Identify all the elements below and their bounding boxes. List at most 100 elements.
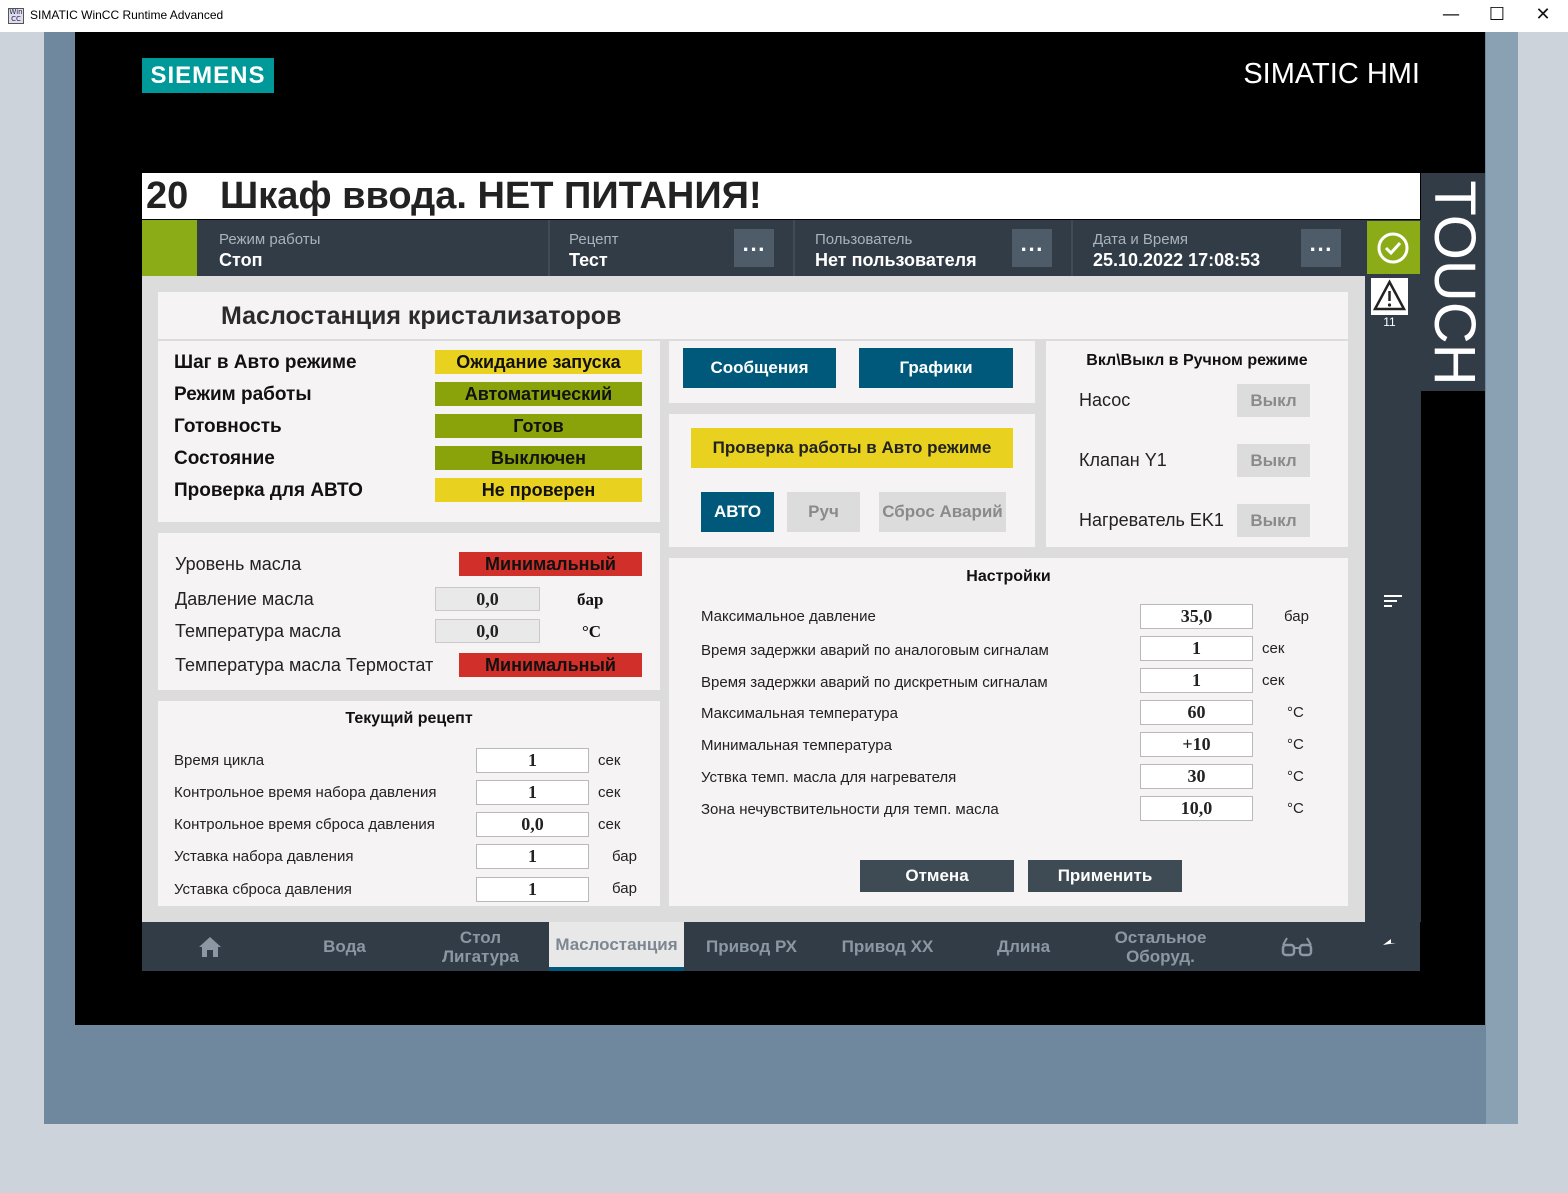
recipe-label: Рецепт <box>569 231 619 248</box>
oil-pressure-unit: бар <box>577 590 604 609</box>
status-value-mode: Автоматический <box>435 382 642 406</box>
manual-panel-title: Вкл\Выкл в Ручном режиме <box>1086 352 1308 369</box>
reset-alarms-button[interactable]: Сброс Аварий <box>879 492 1006 532</box>
recipe-row-unit: сек <box>598 752 621 769</box>
heater-toggle-button[interactable]: Выкл <box>1237 504 1310 537</box>
settings-row-unit: °C <box>1287 736 1304 753</box>
nav-other-equipment[interactable]: Остальное Оборуд. <box>1092 922 1229 971</box>
warning-icon[interactable]: 11 <box>1371 278 1408 330</box>
recipe-row-unit: бар <box>612 880 637 897</box>
recipe-row-field[interactable]: 1 <box>476 780 589 805</box>
touch-label: TOUCH <box>1421 173 1487 391</box>
user-value: Нет пользователя <box>815 250 977 270</box>
settings-row-unit: бар <box>1284 608 1309 625</box>
oil-temp-value: 0,0 <box>435 619 540 643</box>
pump-toggle-button[interactable]: Выкл <box>1237 384 1310 417</box>
nav-table-ligature[interactable]: Стол Лигатура <box>413 922 548 971</box>
settings-row-label: Время задержки аварий по аналоговым сигн… <box>701 642 1049 659</box>
user-more-button[interactable]: ... <box>1012 229 1052 267</box>
page-title: Маслостанция кристализаторов <box>221 302 622 330</box>
settings-row-field[interactable]: 60 <box>1140 700 1253 725</box>
recipe-more-button[interactable]: ... <box>734 229 774 267</box>
oil-pressure-value: 0,0 <box>435 587 540 611</box>
mode-indicator <box>142 220 197 276</box>
alarm-text: Шкаф ввода. НЕТ ПИТАНИЯ! <box>220 175 762 217</box>
settings-row-field[interactable]: 1 <box>1140 668 1253 693</box>
status-label-state: Состояние <box>174 448 275 469</box>
window-title: SIMATIC WinCC Runtime Advanced <box>30 8 224 22</box>
maximize-button[interactable]: ☐ <box>1474 0 1520 32</box>
recipe-row-field[interactable]: 1 <box>476 844 589 869</box>
close-button[interactable]: ✕ <box>1520 0 1566 32</box>
device-bezel-edge <box>1486 32 1518 1124</box>
settings-row-label: Время задержки аварий по дискретным сигн… <box>701 674 1048 691</box>
ok-icon[interactable] <box>1367 221 1420 274</box>
settings-row-field[interactable]: 30 <box>1140 764 1253 789</box>
nav-length[interactable]: Длина <box>956 922 1091 971</box>
recipe-row-field[interactable]: 1 <box>476 877 589 902</box>
manual-mode-button[interactable]: Руч <box>787 492 860 532</box>
check-auto-button[interactable]: Проверка работы в Авто режиме <box>691 428 1013 468</box>
recipe-row-label: Время цикла <box>174 752 265 769</box>
recipe-panel-title: Текущий рецепт <box>345 710 473 727</box>
filter-icon[interactable] <box>1383 593 1405 609</box>
status-value-state: Выключен <box>435 446 642 470</box>
status-value-ready: Готов <box>435 414 642 438</box>
window-titlebar: Win CC SIMATIC WinCC Runtime Advanced — ☐… <box>0 0 1568 32</box>
settings-row-label: Зона нечувствительности для темп. масла <box>701 801 999 818</box>
nav-drive-rx[interactable]: Привод РХ <box>684 922 819 971</box>
apply-button[interactable]: Применить <box>1028 860 1182 892</box>
messages-button[interactable]: Сообщения <box>683 348 836 388</box>
home-icon[interactable] <box>142 922 277 971</box>
oil-level-value: Минимальный <box>459 552 642 576</box>
recipe-row-label: Уставка сброса давления <box>174 881 352 898</box>
settings-row-label: Минимальная температура <box>701 737 892 754</box>
back-arrow-icon[interactable] <box>1365 922 1420 971</box>
thermostat-value: Минимальный <box>459 653 642 677</box>
mode-value: Стоп <box>219 250 263 270</box>
nav-drive-xx[interactable]: Привод ХХ <box>820 922 955 971</box>
settings-row-field[interactable]: 10,0 <box>1140 796 1253 821</box>
oil-pressure-label: Давление масла <box>175 589 314 609</box>
user-label: Пользователь <box>815 231 913 248</box>
alarm-count: 11 <box>1371 315 1408 330</box>
oil-level-label: Уровень масла <box>175 554 302 574</box>
oil-temp-unit: °C <box>582 622 602 641</box>
settings-row-field[interactable]: 35,0 <box>1140 604 1253 629</box>
status-label-mode: Режим работы <box>174 384 312 405</box>
settings-panel-title: Настройки <box>966 568 1051 585</box>
settings-row-label: Максимальная температура <box>701 705 898 722</box>
settings-row-unit: °C <box>1287 704 1304 721</box>
recipe-row-unit: сек <box>598 784 621 801</box>
recipe-row-field[interactable]: 1 <box>476 748 589 773</box>
settings-row-unit: сек <box>1262 640 1285 657</box>
header-divider <box>793 220 795 276</box>
mode-label: Режим работы <box>219 231 321 248</box>
auto-mode-button[interactable]: АВТО <box>701 492 774 532</box>
alarm-line[interactable]: 20 Шкаф ввода. НЕТ ПИТАНИЯ! <box>142 173 1420 219</box>
recipe-row-unit: бар <box>612 848 637 865</box>
manual-row-label: Клапан Y1 <box>1079 450 1167 470</box>
recipe-row-field[interactable]: 0,0 <box>476 812 589 837</box>
header-divider <box>548 220 550 276</box>
siemens-logo: SIEMENS <box>142 58 274 93</box>
settings-row-field[interactable]: 1 <box>1140 636 1253 661</box>
recipe-row-label: Уставка набора давления <box>174 848 354 865</box>
datetime-label: Дата и Время <box>1093 231 1189 248</box>
manual-row-label: Нагреватель EK1 <box>1079 510 1224 530</box>
minimize-button[interactable]: — <box>1428 0 1474 32</box>
glasses-icon[interactable] <box>1229 922 1364 971</box>
nav-oil-station[interactable]: Маслостанция <box>549 922 684 971</box>
datetime-more-button[interactable]: ... <box>1301 229 1341 267</box>
status-label-step: Шаг в Авто режиме <box>174 352 357 373</box>
nav-water[interactable]: Вода <box>277 922 412 971</box>
status-label-check: Проверка для АВТО <box>174 480 363 501</box>
cancel-button[interactable]: Отмена <box>860 860 1014 892</box>
status-label-ready: Готовность <box>174 416 282 437</box>
graphs-button[interactable]: Графики <box>859 348 1013 388</box>
settings-row-field[interactable]: +10 <box>1140 732 1253 757</box>
valve-toggle-button[interactable]: Выкл <box>1237 444 1310 477</box>
recipe-row-label: Контрольное время сброса давления <box>174 816 435 833</box>
oil-temp-label: Температура масла <box>175 621 341 641</box>
recipe-row-label: Контрольное время набора давления <box>174 784 437 801</box>
